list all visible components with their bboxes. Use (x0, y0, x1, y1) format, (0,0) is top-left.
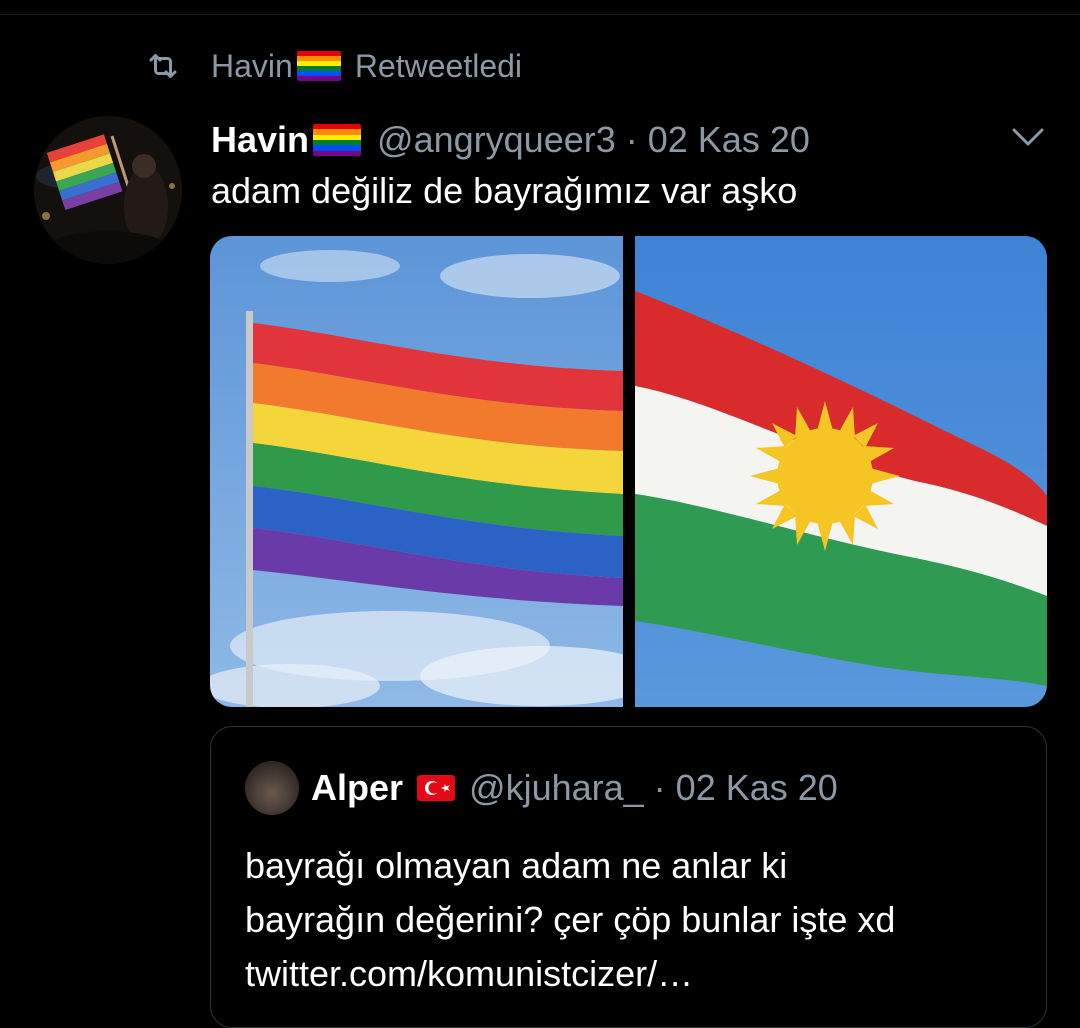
top-divider (0, 14, 1080, 15)
rainbow-flag-emoji (296, 51, 341, 81)
retweet-label: Retweetledi (354, 47, 523, 84)
tweet-date[interactable]: 02 Kas 20 (648, 119, 810, 161)
quoted-tweet-text: bayrağı olmayan adam ne anlar ki bayrağı… (245, 839, 1025, 1001)
quoted-text-line: bayrağı olmayan adam ne anlar ki (245, 845, 788, 886)
rainbow-flag-photo[interactable] (210, 236, 623, 707)
turkey-flag-emoji (417, 775, 456, 801)
author-avatar[interactable] (34, 116, 182, 264)
kurdistan-flag-photo[interactable] (635, 236, 1047, 707)
separator: · (653, 767, 666, 808)
tweet-text: adam değiliz de bayrağımız var aşko (211, 170, 798, 211)
quoted-link[interactable]: twitter.com/komunistcizer/… (245, 947, 1025, 1001)
quoted-tweet-header: Alper @kjuhara_ · 02 Kas 20 (311, 765, 838, 811)
author-handle[interactable]: @angryqueer3 (377, 119, 616, 161)
rainbow-flag-emoji (313, 124, 362, 156)
retweeter-name[interactable]: Havin (211, 48, 293, 85)
avatar-photo (34, 116, 182, 264)
quoted-author-avatar[interactable] (245, 761, 299, 815)
tweet-header: Havin @angryqueer3 · 02 Kas 20 (211, 118, 810, 162)
quoted-text-line: bayrağın değerini? çer çöp bunlar işte x… (245, 899, 896, 940)
retweet-context[interactable]: Havin Retweetledi (145, 46, 522, 86)
author-name[interactable]: Havin (211, 119, 309, 161)
separator: · (625, 119, 638, 160)
quoted-author-name[interactable]: Alper (311, 767, 403, 809)
quoted-author-handle[interactable]: @kjuhara_ (469, 767, 644, 809)
tweet-media (210, 236, 1047, 707)
chevron-down-icon[interactable] (1008, 124, 1048, 152)
retweet-icon (149, 54, 177, 78)
quoted-tweet-date: 02 Kas 20 (675, 767, 838, 808)
quoted-tweet[interactable]: Alper @kjuhara_ · 02 Kas 20 bayrağı olma… (210, 726, 1047, 1028)
